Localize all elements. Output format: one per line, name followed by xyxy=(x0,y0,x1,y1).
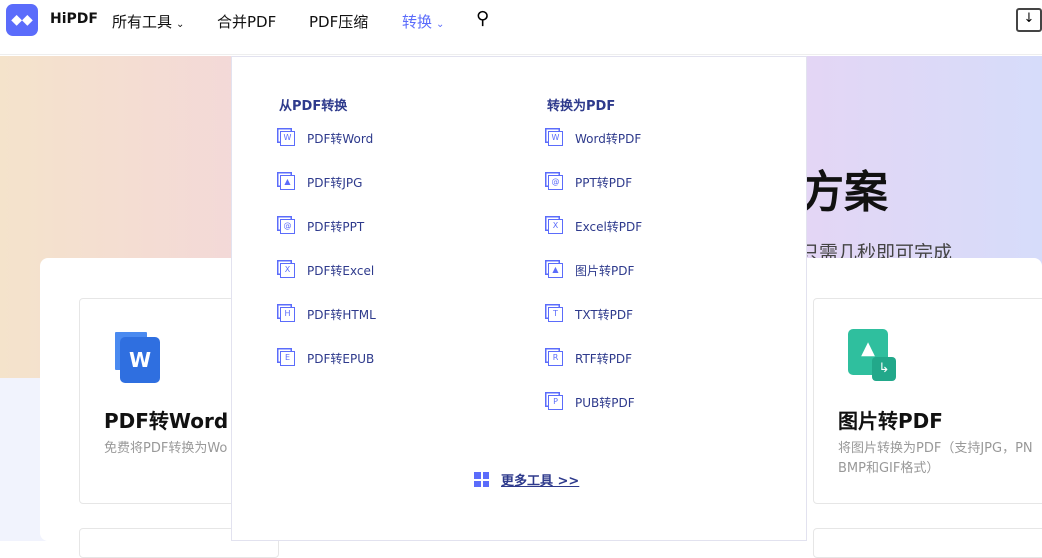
menu-item[interactable]: @ PPT转PDF xyxy=(548,174,632,191)
menu-item-label: Word转PDF xyxy=(575,132,642,146)
menu-item-label: PDF转HTML xyxy=(307,308,376,322)
download-icon[interactable]: ↓ xyxy=(1016,8,1042,32)
card-title: 图片转PDF xyxy=(838,409,943,433)
file-type-icon: @ xyxy=(548,175,563,190)
menu-item[interactable]: W PDF转Word xyxy=(280,130,373,147)
search-icon[interactable]: ⚲ xyxy=(476,8,489,29)
card-description: 免费将PDF转换为Wo xyxy=(104,441,228,456)
tool-card[interactable] xyxy=(813,528,1042,558)
nav-label: 所有工具 xyxy=(112,13,173,31)
menu-item[interactable]: E PDF转EPUB xyxy=(280,350,374,367)
menu-item-label: PDF转PPT xyxy=(307,220,365,234)
hero-title: 方案 xyxy=(800,167,888,218)
chevron-down-icon: ⌄ xyxy=(176,19,185,30)
menu-item-label: PDF转EPUB xyxy=(307,352,375,366)
file-type-icon: X xyxy=(548,219,563,234)
menu-item-label: PDF转Word xyxy=(307,132,374,146)
card-description-line: BMP和GIF格式） xyxy=(838,461,940,476)
hipdf-logo-icon[interactable]: ◆◆ xyxy=(6,4,38,36)
nav-convert[interactable]: 转换 ⌄ xyxy=(402,11,444,32)
convert-dropdown-menu: 从PDF转换 转换为PDF 更多工具 >> W PDF转Word ▲ PDF转JPG @… xyxy=(231,56,807,541)
file-type-icon: ▲ xyxy=(548,263,563,278)
menu-item-label: RTF转PDF xyxy=(575,352,633,366)
file-type-icon: R xyxy=(548,351,563,366)
menu-item[interactable]: W Word转PDF xyxy=(548,130,641,147)
menu-item[interactable]: ▲ 图片转PDF xyxy=(548,262,634,279)
file-type-icon: W xyxy=(280,131,295,146)
grid-icon xyxy=(474,472,489,487)
tool-card-image-to-pdf[interactable]: ▲ ↳ 图片转PDF 将图片转换为PDF（支持JPG，PN BMP和GIF格式） xyxy=(813,298,1042,504)
file-type-icon: @ xyxy=(280,219,295,234)
more-tools-link[interactable]: 更多工具 >> xyxy=(474,470,579,489)
file-type-icon: X xyxy=(280,263,295,278)
menu-item-label: TXT转PDF xyxy=(575,308,634,322)
menu-item[interactable]: H PDF转HTML xyxy=(280,306,376,323)
menu-item[interactable]: @ PDF转PPT xyxy=(280,218,364,235)
more-tools-label: 更多工具 >> xyxy=(501,474,580,489)
image-icon: ▲ ↳ xyxy=(848,329,896,381)
menu-item-label: PDF转Excel xyxy=(307,264,375,278)
menu-item[interactable]: R RTF转PDF xyxy=(548,350,632,367)
menu-item-label: PPT转PDF xyxy=(575,176,633,190)
to-pdf-heading: 转换为PDF xyxy=(547,99,616,114)
nav-merge-pdf[interactable]: 合并PDF xyxy=(217,11,276,32)
top-nav: ◆◆ HiPDF 所有工具 ⌄ 合并PDF PDF压缩 转换 ⌄ ⚲ ↓ xyxy=(0,0,1042,55)
menu-item[interactable]: ▲ PDF转JPG xyxy=(280,174,362,191)
card-description: 将图片转换为PDF（支持JPG，PN BMP和GIF格式） xyxy=(838,439,1033,479)
menu-item[interactable]: P PUB转PDF xyxy=(548,394,635,411)
nav-compress-pdf[interactable]: PDF压缩 xyxy=(309,11,368,32)
brand-name[interactable]: HiPDF xyxy=(50,11,98,27)
file-type-icon: P xyxy=(548,395,563,410)
card-title: PDF转Word xyxy=(104,409,229,433)
chevron-down-icon: ⌄ xyxy=(436,19,445,30)
word-icon: W xyxy=(120,337,160,383)
file-type-icon: W xyxy=(548,131,563,146)
menu-item-label: PDF转JPG xyxy=(307,176,363,190)
file-type-icon: H xyxy=(280,307,295,322)
nav-all-tools[interactable]: 所有工具 ⌄ xyxy=(112,11,184,32)
menu-item[interactable]: T TXT转PDF xyxy=(548,306,633,323)
file-type-icon: E xyxy=(280,351,295,366)
menu-item[interactable]: X Excel转PDF xyxy=(548,218,642,235)
file-type-icon: ▲ xyxy=(280,175,295,190)
file-type-icon: T xyxy=(548,307,563,322)
nav-label: 转换 xyxy=(402,13,433,31)
from-pdf-heading: 从PDF转换 xyxy=(279,99,348,114)
card-description-line: 将图片转换为PDF（支持JPG，PN xyxy=(838,441,1033,456)
menu-item-label: Excel转PDF xyxy=(575,220,643,234)
menu-item-label: PUB转PDF xyxy=(575,396,635,410)
menu-item-label: 图片转PDF xyxy=(575,264,635,278)
menu-item[interactable]: X PDF转Excel xyxy=(280,262,374,279)
